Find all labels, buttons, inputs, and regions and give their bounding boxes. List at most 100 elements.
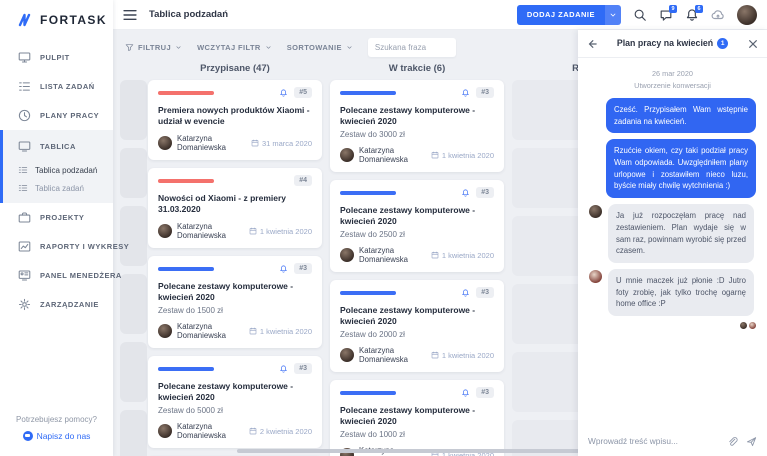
assignee-avatar	[158, 324, 172, 339]
conversation-title: Plan pracy na kwiecień 1	[597, 38, 748, 49]
subtask-count-badge: #3	[476, 387, 494, 399]
alarm-bell-icon	[461, 88, 470, 98]
search-icon[interactable]	[633, 8, 647, 22]
read-receipt-avatar	[749, 321, 756, 329]
filter-button[interactable]: FILTRUJ	[125, 43, 182, 52]
conversation-meta: Utworzenie konwersacji	[634, 81, 711, 90]
subtask-count-badge: #3	[294, 263, 312, 275]
gear-icon	[18, 298, 31, 311]
card-color-bar	[158, 366, 214, 371]
task-card[interactable]: #3 Polecane zestawy komputerowe - kwiecie…	[148, 256, 322, 349]
sidebar-item-label: LISTA ZADAŃ	[40, 82, 95, 91]
task-card[interactable]: #3 Polecane zestawy komputerowe - kwiecie…	[148, 356, 322, 449]
message-input-bar	[578, 426, 767, 456]
skeleton-card	[120, 80, 147, 140]
skeleton-card	[120, 410, 147, 456]
card-title: Polecane zestawy komputerowe - kwiecień …	[158, 281, 294, 303]
card-meta: Katarzyna Domaniewska 1 kwietnia 2020	[340, 146, 494, 164]
hamburger-menu-icon[interactable]	[123, 8, 137, 22]
task-card[interactable]: #5 Premiera nowych produktów Xiaomi - udz…	[148, 80, 322, 161]
card-color-bar	[158, 266, 214, 271]
subtask-count-badge: #3	[294, 363, 312, 375]
message-input[interactable]	[588, 436, 719, 446]
search-input[interactable]	[367, 37, 456, 57]
sidebar-subitem-label: Tablica zadań	[35, 183, 84, 193]
notifications-badge: 6	[695, 4, 703, 13]
sidebar-item-label: PANEL MENEDŻERA	[40, 271, 122, 280]
chevron-down-icon	[266, 45, 271, 49]
close-icon[interactable]	[748, 39, 758, 49]
sidebar-item-zarządzanie[interactable]: ZARZĄDZANIE	[0, 290, 113, 319]
user-avatar[interactable]	[737, 4, 757, 25]
briefcase-icon	[18, 211, 31, 224]
skeleton-card	[120, 148, 147, 198]
subtask-count-badge: #4	[294, 175, 312, 187]
card-title: Polecane zestawy komputerowe - kwiecień …	[340, 405, 476, 427]
task-card[interactable]: #3 Polecane zestawy komputerowe - kwiecie…	[330, 80, 504, 173]
sidebar-item-raporty-i-wykresy[interactable]: RAPORTY I WYKRESY	[0, 232, 129, 261]
sidebar-item-pulpit[interactable]: PULPIT	[0, 43, 113, 72]
card-meta: Katarzyna Domaniewska 1 kwietnia 2020	[340, 246, 494, 264]
alarm-bell-icon	[461, 288, 470, 298]
card-color-bar	[158, 178, 214, 183]
add-task-button[interactable]: DODAJ ZADANIE	[516, 4, 621, 25]
message-row: U mnie maczek już płonie :D Jutro foty z…	[589, 268, 756, 316]
sidebar-item-lista-zadań[interactable]: LISTA ZADAŃ	[0, 72, 113, 101]
conversation-badge: 1	[717, 38, 729, 49]
task-card[interactable]: #3 Polecane zestawy komputerowe - kwiecie…	[330, 180, 504, 273]
column-przypisane: #5 Premiera nowych produktów Xiaomi - udz…	[148, 80, 322, 456]
assignee-name: Katarzyna Domaniewska	[177, 422, 226, 441]
calendar-icon	[431, 151, 439, 159]
notifications-bell-icon[interactable]: 6	[685, 4, 703, 22]
sidebar-item-panel-menedżera[interactable]: PANEL MENEDŻERA	[0, 261, 121, 290]
load-filter-button[interactable]: WCZYTAJ FILTR	[197, 43, 272, 52]
sidebar-nav: PULPIT LISTA ZADAŃ PLANY PRACY TABLICA Tabli…	[0, 43, 129, 319]
calendar-icon	[431, 251, 439, 259]
sidebar-subitem-tablica-zadań[interactable]: Tablica zadań	[3, 179, 113, 203]
card-meta: Katarzyna Domaniewska 1 kwietnia 2020	[158, 322, 312, 340]
cloud-upload-icon[interactable]	[711, 8, 725, 22]
task-card[interactable]: #4 Nowości od Xiaomi - z premiery 31.03.2…	[148, 168, 322, 249]
card-title: Polecane zestawy komputerowe - kwiecień …	[158, 381, 294, 403]
card-top: #3	[340, 187, 494, 199]
card-top: #4	[158, 175, 312, 187]
chevron-down-icon	[176, 45, 181, 49]
due-date: 1 kwietnia 2020	[431, 251, 494, 260]
assignee-name: Katarzyna Domaniewska	[177, 222, 226, 241]
sidebar-item-label: PULPIT	[40, 53, 70, 62]
due-date: 1 kwietnia 2020	[249, 227, 312, 236]
messages-icon[interactable]: 9	[659, 4, 677, 22]
card-title: Premiera nowych produktów Xiaomi - udzia…	[158, 105, 310, 127]
chevron-down-icon[interactable]	[605, 4, 621, 25]
attachment-paperclip-icon[interactable]	[727, 436, 738, 447]
sender-avatar	[589, 205, 602, 219]
due-date: 2 kwietnia 2020	[249, 427, 312, 436]
back-arrow-icon[interactable]	[587, 39, 597, 49]
assignee-avatar	[340, 248, 354, 263]
task-list-icon	[18, 80, 31, 93]
card-subtitle: Zestaw do 1500 zł	[158, 306, 223, 316]
sort-button[interactable]: SORTOWANIE	[287, 43, 353, 52]
sidebar-item-plany-pracy[interactable]: PLANY PRACY	[0, 101, 113, 130]
due-date: 31 marca 2020	[251, 139, 312, 148]
sidebar-active-group: TABLICA Tablica podzadań Tablica zadań	[0, 130, 113, 203]
card-meta: Katarzyna Domaniewska 31 marca 2020	[158, 134, 312, 152]
card-title: Polecane zestawy komputerowe - kwiecień …	[340, 305, 476, 327]
sidebar-item-projekty[interactable]: PROJEKTY	[0, 203, 113, 232]
contact-us-link[interactable]: Napisz do nas	[22, 431, 90, 441]
conversation-header: Plan pracy na kwiecień 1	[578, 30, 767, 58]
task-card[interactable]: #3 Polecane zestawy komputerowe - kwiecie…	[330, 380, 504, 456]
send-message-icon[interactable]	[746, 436, 757, 447]
calendar-icon	[251, 139, 259, 147]
column-header-w-trakcie: W trakcie (6)	[388, 63, 446, 74]
card-meta: Katarzyna Domaniewska 1 kwietnia 2020	[158, 222, 312, 240]
sidebar: FORTASK PULPIT LISTA ZADAŃ PLANY PRACY TABL…	[0, 0, 129, 456]
assignee-avatar	[158, 136, 172, 151]
task-card[interactable]: #3 Polecane zestawy komputerowe - kwiecie…	[330, 280, 504, 373]
monitor-icon	[18, 51, 31, 64]
sidebar-subitem-tablica-podzadań[interactable]: Tablica podzadań	[3, 161, 113, 179]
sidebar-item-tablica[interactable]: TABLICA	[3, 130, 113, 161]
card-top: #3	[158, 363, 312, 375]
due-date: 1 kwietnia 2020	[249, 327, 312, 336]
card-color-bar	[340, 390, 396, 395]
